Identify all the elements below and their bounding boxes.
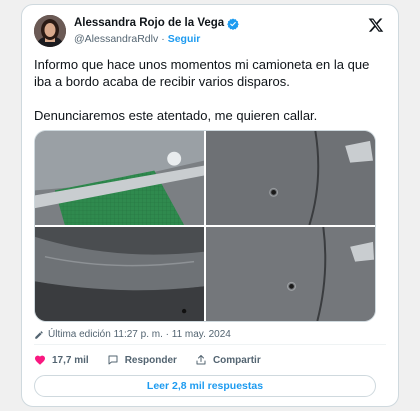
tweet-text: Informo que hace unos momentos mi camion… [34, 57, 370, 123]
speech-bubble-icon [108, 355, 118, 365]
separator-dot: · [161, 33, 165, 45]
photo-4[interactable] [206, 227, 375, 321]
share-button[interactable]: Compartir [195, 354, 261, 366]
reply-button[interactable]: Responder [107, 354, 177, 366]
share-label: Compartir [212, 354, 261, 366]
avatar[interactable] [34, 15, 66, 47]
author-handle-row: @AlessandraRdlv · Seguir [74, 33, 200, 45]
media-grid [34, 130, 376, 322]
x-logo-icon[interactable] [368, 17, 384, 33]
edit-info[interactable]: Última edición 11:27 p. m. · 11 may. 202… [34, 329, 231, 340]
edit-timestamp: Última edición 11:27 p. m. · 11 may. 202… [48, 329, 231, 340]
photo-1[interactable] [35, 131, 204, 225]
like-count: 17,7 mil [52, 354, 89, 366]
share-upload-icon [196, 355, 206, 365]
action-bar: 17,7 mil Responder Compartir [34, 352, 279, 368]
divider [34, 344, 386, 345]
author-display-name[interactable]: Alessandra Rojo de la Vega [74, 17, 224, 29]
tweet-header: Alessandra Rojo de la Vega @AlessandraRd… [34, 13, 386, 53]
follow-button[interactable]: Seguir [168, 33, 201, 45]
reply-label: Responder [124, 354, 177, 366]
author-name-row: Alessandra Rojo de la Vega [74, 17, 240, 30]
pencil-icon [35, 330, 43, 339]
heart-icon [35, 355, 45, 365]
read-replies-button[interactable]: Leer 2,8 mil respuestas [34, 375, 376, 397]
tweet-card[interactable]: Alessandra Rojo de la Vega @AlessandraRd… [21, 4, 399, 407]
photo-3[interactable] [35, 227, 204, 321]
verified-badge-icon [227, 17, 240, 30]
author-handle[interactable]: @AlessandraRdlv [74, 33, 158, 45]
photo-2[interactable] [206, 131, 375, 225]
like-button[interactable]: 17,7 mil [34, 354, 89, 366]
